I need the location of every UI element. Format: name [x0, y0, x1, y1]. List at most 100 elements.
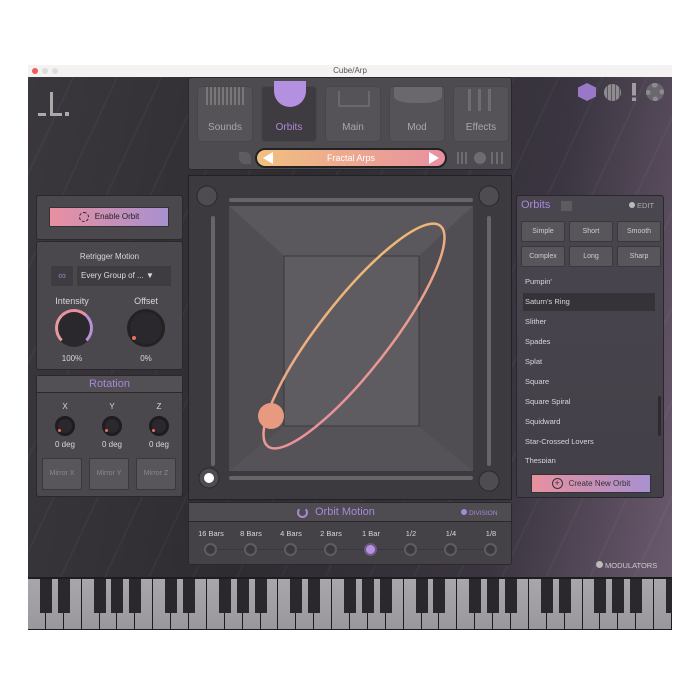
rotation-x-knob[interactable] [55, 416, 75, 436]
dice-icon[interactable] [474, 152, 486, 164]
orbit-list-item[interactable]: Pumpin' [523, 273, 655, 291]
orbit-list-item[interactable]: Square Spiral [523, 393, 655, 411]
mirror-y-button[interactable]: Mirror Y [89, 458, 129, 490]
black-key[interactable] [93, 579, 106, 613]
bars-icon[interactable] [457, 152, 469, 164]
piano-keyboard[interactable] [28, 577, 672, 630]
filter-smooth-button[interactable]: Smooth [617, 221, 661, 242]
division-label: 8 Bars [240, 529, 262, 538]
axis-label: Y [109, 402, 115, 411]
window-title: Cube/Arp [333, 66, 367, 75]
black-key[interactable] [129, 579, 142, 613]
mirror-z-button[interactable]: Mirror Z [136, 458, 176, 490]
infinity-loop-button[interactable]: ∞ [51, 266, 73, 286]
division-radio[interactable] [404, 543, 417, 556]
chevron-down-icon: ▼ [145, 271, 154, 280]
black-key[interactable] [505, 579, 517, 613]
division-radio[interactable] [284, 543, 297, 556]
filter-long-button[interactable]: Long [569, 246, 613, 267]
modulators-toggle[interactable]: MODULATORS [596, 561, 657, 570]
rotation-y-knob[interactable] [102, 416, 122, 436]
black-key[interactable] [540, 579, 553, 613]
tab-effects[interactable]: Effects [453, 86, 509, 142]
black-key[interactable] [361, 579, 374, 613]
preset-selector[interactable]: Fractal Arps [255, 148, 447, 168]
minimize-button[interactable] [42, 68, 48, 74]
black-key[interactable] [254, 579, 267, 613]
black-key[interactable] [594, 579, 607, 613]
orbit-list-item[interactable]: Splat [523, 353, 655, 371]
filter-complex-button[interactable]: Complex [521, 246, 565, 267]
tab-orbits[interactable]: Orbits [261, 81, 317, 142]
orbit-list-item[interactable]: Thespian [523, 453, 655, 463]
leaf-icon[interactable] [239, 152, 251, 164]
modulators-label: MODULATORS [605, 561, 658, 570]
black-key[interactable] [558, 579, 571, 613]
power-icon[interactable] [297, 507, 308, 518]
next-preset-button[interactable] [429, 152, 439, 164]
orbit-list-item[interactable]: Square [523, 373, 655, 391]
enable-panel: Enable Orbit [36, 195, 183, 240]
black-key[interactable] [469, 579, 482, 613]
filter-simple-button[interactable]: Simple [521, 221, 565, 242]
rotation-z-knob[interactable] [149, 416, 169, 436]
orbit-list-item[interactable]: Star-Crossed Lovers [523, 433, 655, 451]
enable-label: Enable Orbit [94, 212, 140, 221]
black-key[interactable] [57, 579, 70, 613]
black-key[interactable] [290, 579, 303, 613]
maximize-button[interactable] [52, 68, 58, 74]
black-key[interactable] [39, 579, 52, 613]
division-radio[interactable] [204, 543, 217, 556]
offset-knob[interactable] [127, 309, 165, 347]
intensity-knob[interactable] [55, 309, 93, 347]
enable-orbit-button[interactable]: Enable Orbit [49, 207, 169, 227]
orbits-title: Orbits [521, 199, 551, 211]
orbit-list-item[interactable]: Saturn's Ring [523, 293, 655, 311]
division-toggle[interactable]: DIVISION [461, 509, 498, 517]
mirror-x-button[interactable]: Mirror X [42, 458, 82, 490]
folder-icon[interactable] [561, 201, 572, 211]
black-key[interactable] [612, 579, 625, 613]
division-radio[interactable] [444, 543, 457, 556]
tab-label: Main [342, 122, 364, 133]
black-key[interactable] [630, 579, 643, 613]
black-key[interactable] [487, 579, 500, 613]
tab-sounds[interactable]: Sounds [197, 86, 253, 142]
black-key[interactable] [344, 579, 356, 613]
black-key[interactable] [433, 579, 446, 613]
plus-icon: + [551, 478, 563, 490]
black-key[interactable] [218, 579, 231, 613]
black-key[interactable] [165, 579, 178, 613]
list-scrollbar[interactable] [658, 396, 661, 436]
orbit-list-item[interactable]: Squidward [523, 413, 655, 431]
black-key[interactable] [236, 579, 249, 613]
create-new-orbit-button[interactable]: + Create New Orbit [531, 474, 651, 493]
tab-main[interactable]: Main [325, 86, 381, 142]
orbit-list-item[interactable]: Slither [523, 313, 655, 331]
prev-preset-button[interactable] [263, 152, 273, 164]
orbit-list-item[interactable]: Spades [523, 333, 655, 351]
globe-icon[interactable] [604, 84, 621, 101]
division-radio[interactable] [244, 543, 257, 556]
black-key[interactable] [666, 579, 672, 613]
tab-label: Mod [407, 122, 427, 133]
black-key[interactable] [308, 579, 321, 613]
filter-short-button[interactable]: Short [569, 221, 613, 242]
close-button[interactable] [32, 68, 38, 74]
tab-mod[interactable]: Mod [389, 86, 445, 142]
edit-button[interactable]: EDIT [629, 201, 654, 210]
division-radio[interactable] [484, 543, 497, 556]
mixer-icon[interactable] [491, 152, 503, 164]
black-key[interactable] [415, 579, 428, 613]
retrigger-dropdown[interactable]: Every Group of ... ▼ [77, 266, 171, 286]
division-radio[interactable] [324, 543, 337, 556]
black-key[interactable] [183, 579, 195, 613]
gear-icon[interactable] [646, 83, 664, 101]
filter-sharp-button[interactable]: Sharp [617, 246, 661, 267]
division-radio[interactable] [364, 543, 377, 556]
orbit-visualizer[interactable] [188, 175, 512, 500]
black-key[interactable] [111, 579, 124, 613]
alert-icon[interactable] [632, 83, 636, 101]
division-dot-icon [461, 509, 467, 515]
black-key[interactable] [379, 579, 392, 613]
